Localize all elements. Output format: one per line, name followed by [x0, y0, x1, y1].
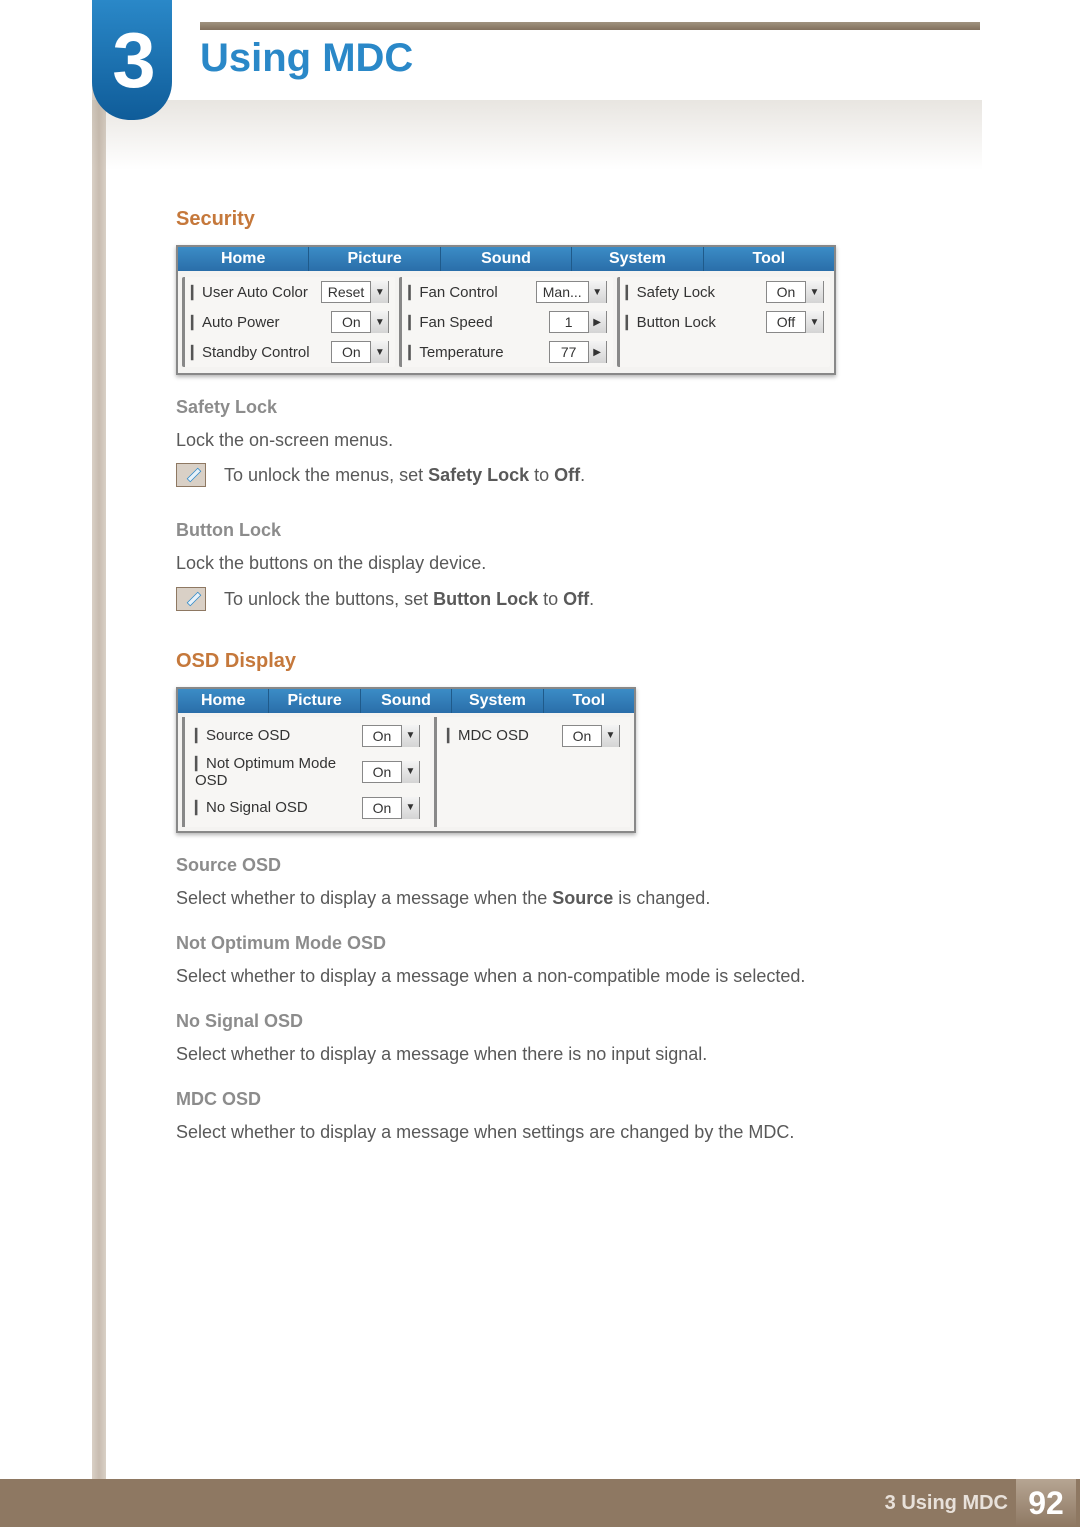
mdc-osd-dropdown[interactable]: On [562, 725, 620, 747]
chevron-down-icon [401, 725, 419, 747]
safety-lock-label: Safety Lock [626, 284, 715, 301]
button-lock-label: Button Lock [626, 314, 716, 331]
chevron-down-icon [370, 341, 388, 363]
button-lock-title: Button Lock [176, 520, 866, 541]
osd-panel: Home Picture Sound System Tool Source OS… [176, 687, 636, 833]
security-col1: User Auto Color Reset Auto Power On Stan… [182, 277, 395, 367]
not-optimum-osd-label: Not Optimum Mode OSD [195, 755, 362, 789]
fan-control-label: Fan Control [408, 284, 497, 301]
no-signal-osd-dropdown[interactable]: On [362, 797, 420, 819]
safety-lock-desc: Lock the on-screen menus. [176, 428, 866, 453]
auto-power-label: Auto Power [191, 314, 280, 331]
side-stripe [92, 0, 106, 1490]
not-optimum-osd-title: Not Optimum Mode OSD [176, 933, 866, 954]
chevron-down-icon [401, 761, 419, 783]
user-auto-color-label: User Auto Color [191, 284, 308, 301]
chevron-down-icon [370, 281, 388, 303]
footer-bar: 3 Using MDC 92 [0, 1479, 1080, 1527]
temperature-spinner[interactable]: 77 [549, 341, 607, 363]
standby-control-label: Standby Control [191, 344, 310, 361]
page-content: Security Home Picture Sound System Tool … [176, 208, 866, 1156]
tab-system[interactable]: System [452, 689, 543, 713]
not-optimum-osd-desc: Select whether to display a message when… [176, 964, 866, 989]
tab-tool[interactable]: Tool [544, 689, 634, 713]
pencil-note-icon [176, 463, 206, 487]
pencil-note-icon [176, 587, 206, 611]
osd-heading: OSD Display [176, 650, 866, 673]
button-lock-note: To unlock the buttons, set Button Lock t… [176, 587, 866, 622]
page-number: 92 [1016, 1479, 1076, 1527]
security-tabs: Home Picture Sound System Tool [178, 247, 834, 271]
button-lock-dropdown[interactable]: Off [766, 311, 824, 333]
chevron-down-icon [588, 281, 606, 303]
osd-col-left: Source OSD On Not Optimum Mode OSD On No… [182, 717, 430, 827]
tab-picture[interactable]: Picture [269, 689, 360, 713]
source-osd-dropdown[interactable]: On [362, 725, 420, 747]
mdc-osd-title: MDC OSD [176, 1089, 866, 1110]
auto-power-dropdown[interactable]: On [331, 311, 389, 333]
header-fade [92, 100, 982, 170]
security-panel: Home Picture Sound System Tool User Auto… [176, 245, 836, 375]
chapter-number: 3 [112, 15, 151, 106]
chapter-badge: 3 [92, 0, 172, 120]
osd-tabs: Home Picture Sound System Tool [178, 689, 634, 713]
tab-home[interactable]: Home [178, 247, 309, 271]
not-optimum-osd-dropdown[interactable]: On [362, 761, 420, 783]
tab-home[interactable]: Home [178, 689, 269, 713]
button-lock-note-text: To unlock the buttons, set Button Lock t… [224, 587, 594, 612]
spinner-up-icon [588, 341, 606, 363]
chapter-title: Using MDC [200, 36, 413, 81]
chevron-down-icon [805, 311, 823, 333]
user-auto-color-dropdown[interactable]: Reset [321, 281, 390, 303]
spinner-up-icon [588, 311, 606, 333]
standby-control-dropdown[interactable]: On [331, 341, 389, 363]
no-signal-osd-label: No Signal OSD [195, 799, 362, 816]
mdc-osd-label: MDC OSD [447, 727, 562, 744]
security-heading: Security [176, 208, 866, 231]
no-signal-osd-desc: Select whether to display a message when… [176, 1042, 866, 1067]
tab-sound[interactable]: Sound [361, 689, 452, 713]
source-osd-title: Source OSD [176, 855, 866, 876]
source-osd-label: Source OSD [195, 727, 362, 744]
chapter-title-wrap: Using MDC [200, 36, 413, 81]
footer-label: 3 Using MDC [885, 1492, 1008, 1515]
fan-control-dropdown[interactable]: Man... [536, 281, 607, 303]
security-col2: Fan Control Man... Fan Speed 1 Temperatu… [399, 277, 612, 367]
fan-speed-spinner[interactable]: 1 [549, 311, 607, 333]
header-band [200, 22, 980, 30]
chevron-down-icon [401, 797, 419, 819]
osd-col-right: MDC OSD On [434, 717, 630, 827]
chevron-down-icon [805, 281, 823, 303]
mdc-osd-desc: Select whether to display a message when… [176, 1120, 866, 1145]
button-lock-desc: Lock the buttons on the display device. [176, 551, 866, 576]
safety-lock-title: Safety Lock [176, 397, 866, 418]
source-osd-desc: Select whether to display a message when… [176, 886, 866, 911]
tab-sound[interactable]: Sound [441, 247, 572, 271]
tab-picture[interactable]: Picture [309, 247, 440, 271]
safety-lock-note: To unlock the menus, set Safety Lock to … [176, 463, 866, 498]
fan-speed-label: Fan Speed [408, 314, 492, 331]
chevron-down-icon [601, 725, 619, 747]
tab-tool[interactable]: Tool [704, 247, 834, 271]
tab-system[interactable]: System [572, 247, 703, 271]
chevron-down-icon [370, 311, 388, 333]
no-signal-osd-title: No Signal OSD [176, 1011, 866, 1032]
safety-lock-note-text: To unlock the menus, set Safety Lock to … [224, 463, 585, 488]
temperature-label: Temperature [408, 344, 503, 361]
safety-lock-dropdown[interactable]: On [766, 281, 824, 303]
security-col3: Safety Lock On Button Lock Off [617, 277, 830, 367]
